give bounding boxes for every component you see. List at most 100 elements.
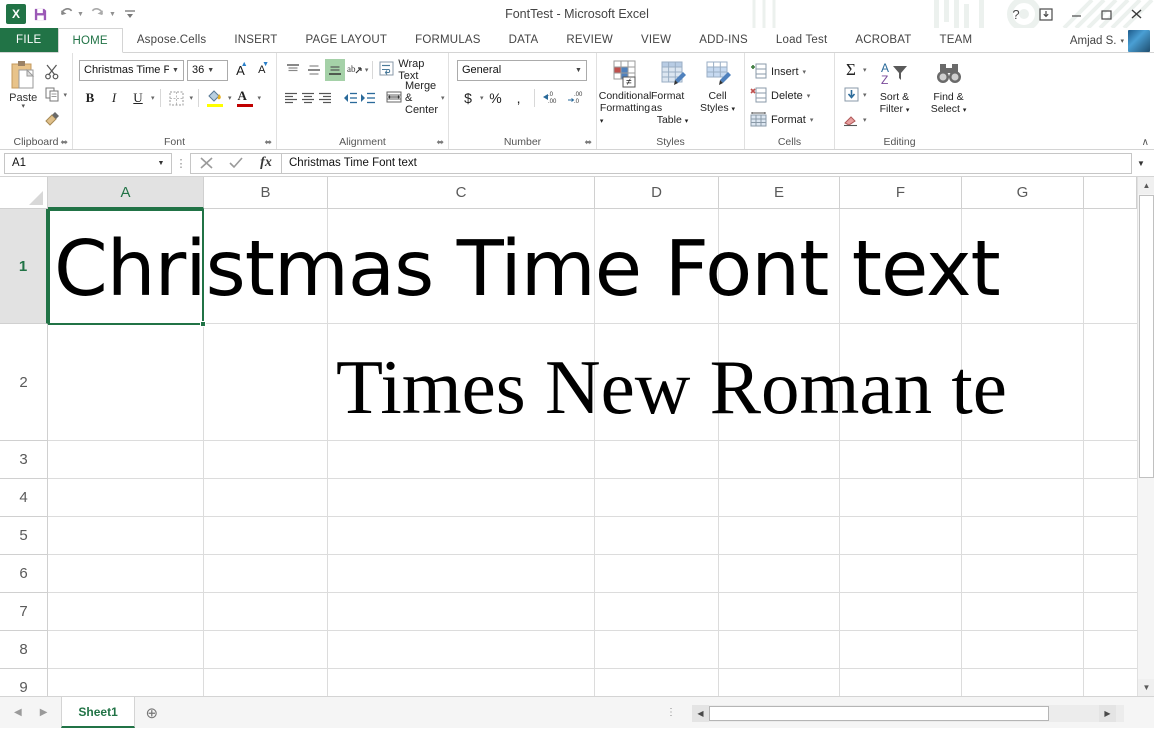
align-right-button[interactable] — [317, 87, 333, 109]
autosum-dropdown-icon[interactable]: ▾ — [863, 66, 867, 74]
fill-color-dropdown-icon[interactable]: ▾ — [228, 94, 232, 102]
align-left-button[interactable] — [283, 87, 299, 109]
redo-icon[interactable] — [86, 3, 110, 25]
undo-dropdown-icon[interactable]: ▼ — [77, 11, 84, 18]
conditional-formatting-button[interactable]: ≠ Conditional Formatting ▾ — [601, 58, 649, 128]
orientation-button[interactable]: ab — [346, 59, 364, 81]
tab-data[interactable]: DATA — [495, 28, 553, 52]
copy-button[interactable]: ▾ — [43, 85, 67, 105]
align-top-button[interactable] — [283, 59, 303, 81]
find-select-dropdown-icon[interactable]: ▾ — [963, 107, 967, 114]
redo-dropdown-icon[interactable]: ▼ — [109, 11, 116, 18]
row-header-8[interactable]: 8 — [0, 631, 48, 669]
borders-button[interactable] — [166, 87, 188, 109]
account-dropdown-icon[interactable]: ▾ — [1120, 37, 1124, 45]
format-as-table-dropdown-icon[interactable]: ▾ — [685, 118, 689, 125]
select-all-button[interactable] — [0, 177, 48, 209]
merge-center-button[interactable]: Merge & Center ▾ — [384, 87, 447, 109]
tab-add-ins[interactable]: ADD-INS — [685, 28, 762, 52]
save-icon[interactable] — [28, 3, 52, 25]
minimize-icon[interactable] — [1062, 2, 1090, 26]
column-header-a[interactable]: A — [48, 177, 204, 209]
fill-handle[interactable] — [200, 321, 206, 327]
decrease-indent-button[interactable] — [341, 87, 358, 109]
tab-acrobat[interactable]: ACROBAT — [841, 28, 925, 52]
close-icon[interactable] — [1122, 2, 1150, 26]
collapse-ribbon-button[interactable]: ∧ — [1142, 137, 1149, 148]
formula-input[interactable]: Christmas Time Font text — [281, 153, 1132, 174]
autosum-button[interactable]: Σ ▾ — [841, 59, 867, 81]
column-header-f[interactable]: F — [840, 177, 962, 209]
tab-formulas[interactable]: FORMULAS — [401, 28, 495, 52]
insert-dropdown-icon[interactable]: ▾ — [803, 68, 807, 76]
italic-button[interactable]: I — [103, 87, 125, 109]
accounting-dropdown-icon[interactable]: ▾ — [480, 94, 484, 102]
tab-load-test[interactable]: Load Test — [762, 28, 841, 52]
underline-dropdown-icon[interactable]: ▾ — [151, 94, 155, 102]
tab-page-layout[interactable]: PAGE LAYOUT — [292, 28, 402, 52]
cell-styles-button[interactable]: Cell Styles ▾ — [696, 58, 739, 116]
merge-center-dropdown-icon[interactable]: ▾ — [441, 94, 445, 102]
column-header-b[interactable]: B — [204, 177, 328, 209]
paste-dropdown-icon[interactable]: ▾ — [21, 104, 25, 110]
align-bottom-button[interactable] — [325, 59, 345, 81]
tab-aspose-cells[interactable]: Aspose.Cells — [123, 28, 221, 52]
name-box-dropdown-icon[interactable]: ▼ — [153, 160, 169, 167]
tab-home[interactable]: HOME — [58, 28, 123, 53]
name-box[interactable]: A1 ▼ — [4, 153, 172, 174]
fill-button[interactable]: ▾ — [841, 84, 867, 106]
format-as-table-button[interactable]: Format as Table ▾ — [651, 58, 694, 128]
customize-quick-access-icon[interactable] — [118, 3, 142, 25]
cell-styles-dropdown-icon[interactable]: ▾ — [732, 106, 736, 113]
delete-dropdown-icon[interactable]: ▾ — [807, 92, 811, 100]
align-middle-button[interactable] — [304, 59, 324, 81]
row-header-4[interactable]: 4 — [0, 479, 48, 517]
accounting-format-button[interactable]: $ — [457, 87, 479, 109]
find-select-button[interactable]: Find & Select ▾ — [923, 60, 975, 132]
increase-indent-button[interactable] — [359, 87, 376, 109]
row-header-2[interactable]: 2 — [0, 324, 48, 441]
tab-view[interactable]: VIEW — [627, 28, 685, 52]
font-color-dropdown-icon[interactable]: ▾ — [258, 94, 262, 102]
vertical-scroll-thumb[interactable] — [1139, 195, 1154, 478]
cell-area[interactable]: Christmas Time Font text Times New Roman… — [48, 209, 1154, 696]
format-painter-button[interactable] — [43, 108, 67, 128]
bold-button[interactable]: B — [79, 87, 101, 109]
column-header-g[interactable]: G — [962, 177, 1084, 209]
borders-dropdown-icon[interactable]: ▾ — [190, 94, 194, 102]
scroll-left-button[interactable]: ◀ — [692, 705, 709, 722]
avatar[interactable] — [1128, 30, 1150, 52]
decrease-decimal-button[interactable]: .00.0 — [564, 87, 588, 109]
column-header-d[interactable]: D — [595, 177, 719, 209]
clear-button[interactable]: ▾ — [841, 109, 867, 131]
font-name-combo[interactable]: Christmas Time P ▼ — [79, 60, 184, 81]
tab-insert[interactable]: INSERT — [220, 28, 291, 52]
increase-decimal-button[interactable]: .0.00 — [539, 87, 563, 109]
fill-dropdown-icon[interactable]: ▾ — [863, 91, 867, 99]
number-format-combo[interactable]: General ▼ — [457, 60, 587, 81]
insert-cells-button[interactable]: Insert ▾ — [750, 61, 813, 84]
undo-icon[interactable] — [54, 3, 78, 25]
column-header-h-partial[interactable] — [1084, 177, 1137, 209]
horizontal-scroll-thumb[interactable] — [709, 706, 1049, 721]
sort-filter-button[interactable]: AZ Sort & Filter ▾ — [869, 60, 921, 132]
insert-function-icon[interactable]: fx — [251, 154, 281, 173]
font-size-combo[interactable]: 36 ▼ — [187, 60, 228, 81]
comma-style-button[interactable]: , — [508, 87, 530, 109]
decrease-font-size-button[interactable]: A▼ — [253, 59, 271, 81]
increase-font-size-button[interactable]: A▲ — [231, 59, 249, 81]
number-dialog-launcher[interactable]: ⬌ — [584, 137, 592, 148]
row-header-6[interactable]: 6 — [0, 555, 48, 593]
cut-button[interactable] — [43, 62, 67, 82]
row-header-5[interactable]: 5 — [0, 517, 48, 555]
scroll-down-button[interactable]: ▼ — [1138, 679, 1154, 696]
tab-file[interactable]: FILE — [0, 28, 58, 52]
clear-dropdown-icon[interactable]: ▾ — [863, 116, 867, 124]
scroll-right-button[interactable]: ▶ — [1099, 705, 1116, 722]
ribbon-display-options-icon[interactable] — [1032, 2, 1060, 26]
underline-button[interactable]: U — [127, 87, 149, 109]
font-size-dropdown-icon[interactable]: ▼ — [204, 67, 217, 74]
row-header-7[interactable]: 7 — [0, 593, 48, 631]
sort-filter-dropdown-icon[interactable]: ▾ — [906, 107, 910, 114]
column-header-c[interactable]: C — [328, 177, 595, 209]
